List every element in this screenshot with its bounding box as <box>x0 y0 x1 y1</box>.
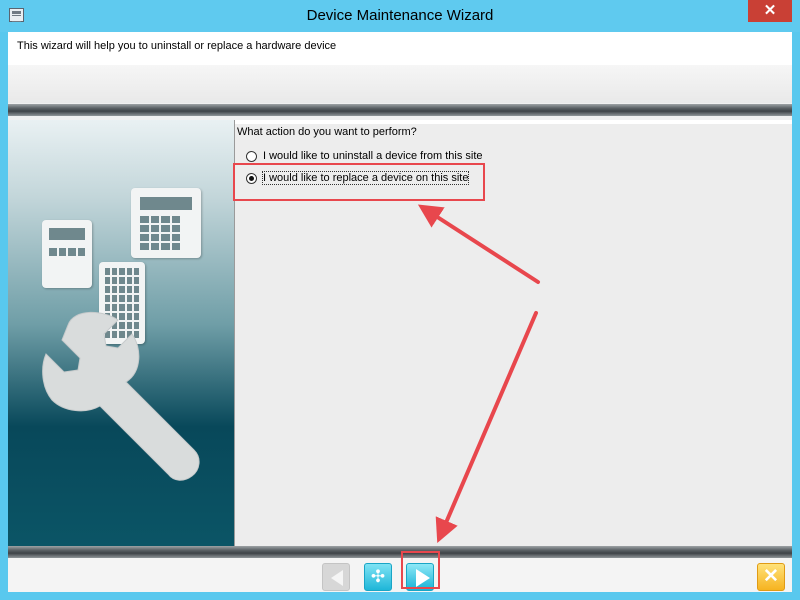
title-bar: Device Maintenance Wizard ✕ <box>0 0 800 32</box>
refresh-icon: ✣ <box>370 567 386 586</box>
x-icon: ✕ <box>763 566 779 587</box>
annotation-highlight-next <box>401 551 440 589</box>
header-spacer <box>8 65 792 103</box>
close-button[interactable]: ✕ <box>748 0 792 22</box>
annotation-highlight-option <box>233 163 485 201</box>
wrench-icon <box>42 311 200 481</box>
content-top-border <box>235 120 792 124</box>
illustration-panel <box>8 120 234 546</box>
question-label: What action do you want to perform? <box>237 126 417 138</box>
option-uninstall[interactable]: I would like to uninstall a device from … <box>246 148 483 164</box>
top-divider <box>8 104 792 116</box>
wizard-client-area: This wizard will help you to uninstall o… <box>8 32 792 592</box>
back-button[interactable] <box>322 563 350 591</box>
refresh-button[interactable]: ✣ <box>364 563 392 591</box>
bottom-divider <box>8 546 792 558</box>
radio-uninstall[interactable] <box>246 150 257 162</box>
wizard-header: This wizard will help you to uninstall o… <box>8 32 792 65</box>
window-title: Device Maintenance Wizard <box>306 7 494 24</box>
cancel-button[interactable]: ✕ <box>757 563 785 591</box>
navigation-bar: ✣ ✕ <box>8 558 792 592</box>
option-uninstall-label[interactable]: I would like to uninstall a device from … <box>263 150 483 162</box>
wizard-description: This wizard will help you to uninstall o… <box>17 40 337 52</box>
